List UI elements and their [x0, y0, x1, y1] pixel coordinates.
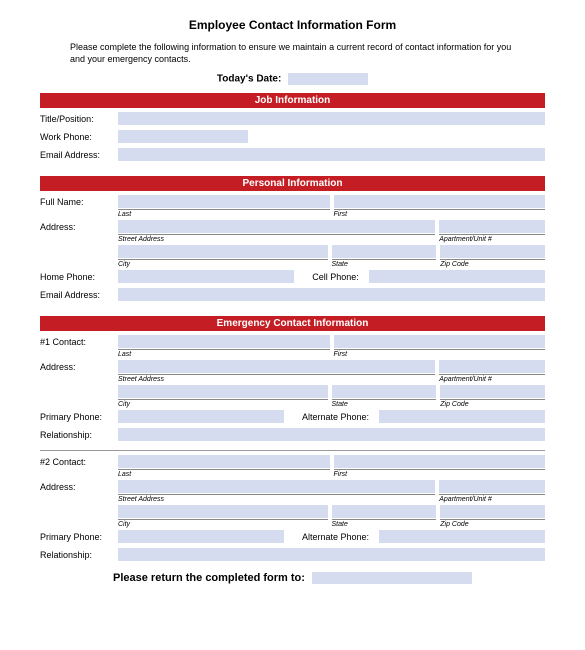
input-home-phone[interactable]: [118, 270, 294, 283]
input-c2-apt[interactable]: [439, 480, 545, 493]
input-c1-street[interactable]: [118, 360, 435, 373]
label-title-position: Title/Position:: [40, 112, 118, 124]
return-label: Please return the completed form to:: [113, 572, 305, 584]
input-personal-city[interactable]: [118, 245, 328, 258]
input-c1-apt[interactable]: [439, 360, 545, 373]
input-last-name[interactable]: [118, 195, 330, 208]
input-c2-last[interactable]: [118, 455, 330, 468]
label-personal-email: Email Address:: [40, 288, 118, 300]
sublabel-zip: Zip Code: [440, 259, 545, 268]
label-personal-address: Address:: [40, 220, 118, 232]
date-row: Today's Date:: [40, 73, 545, 85]
label-cell-phone: Cell Phone:: [298, 270, 365, 283]
label-c2-primary-phone: Primary Phone:: [40, 530, 118, 542]
sublabel-state: State: [332, 259, 437, 268]
input-c2-zip[interactable]: [440, 505, 545, 518]
sublabel-street: Street Address: [118, 234, 435, 243]
input-c1-city[interactable]: [118, 385, 328, 398]
input-c2-primary-phone[interactable]: [118, 530, 284, 543]
input-c2-street[interactable]: [118, 480, 435, 493]
input-personal-state[interactable]: [332, 245, 437, 258]
input-c1-alternate-phone[interactable]: [379, 410, 545, 423]
label-contact2: #2 Contact:: [40, 455, 118, 467]
input-personal-email[interactable]: [118, 288, 545, 301]
input-personal-street[interactable]: [118, 220, 435, 233]
label-c2-alternate-phone: Alternate Phone:: [288, 530, 375, 543]
label-c2-address: Address:: [40, 480, 118, 492]
form-title: Employee Contact Information Form: [40, 18, 545, 32]
sublabel-apt: Apartment/Unit #: [439, 234, 545, 243]
label-home-phone: Home Phone:: [40, 270, 118, 282]
sublabel-last: Last: [118, 209, 330, 218]
input-personal-zip[interactable]: [440, 245, 545, 258]
input-personal-apt[interactable]: [439, 220, 545, 233]
input-c2-city[interactable]: [118, 505, 328, 518]
label-c2-relationship: Relationship:: [40, 548, 118, 560]
return-to-input[interactable]: [312, 572, 472, 584]
section-header-emergency: Emergency Contact Information: [40, 316, 545, 331]
label-c1-relationship: Relationship:: [40, 428, 118, 440]
divider: [40, 450, 545, 451]
sublabel-first: First: [334, 209, 546, 218]
label-full-name: Full Name:: [40, 195, 118, 207]
input-c1-zip[interactable]: [440, 385, 545, 398]
label-c1-address: Address:: [40, 360, 118, 372]
input-c1-first[interactable]: [334, 335, 546, 348]
section-header-job: Job Information: [40, 93, 545, 108]
section-header-personal: Personal Information: [40, 176, 545, 191]
label-work-phone: Work Phone:: [40, 130, 118, 142]
input-c2-state[interactable]: [332, 505, 437, 518]
sublabel-city: City: [118, 259, 328, 268]
input-c1-primary-phone[interactable]: [118, 410, 284, 423]
input-c2-first[interactable]: [334, 455, 546, 468]
label-contact1: #1 Contact:: [40, 335, 118, 347]
input-title-position[interactable]: [118, 112, 545, 125]
input-c2-alternate-phone[interactable]: [379, 530, 545, 543]
todays-date-label: Today's Date:: [217, 74, 281, 85]
label-c1-primary-phone: Primary Phone:: [40, 410, 118, 422]
label-c1-alternate-phone: Alternate Phone:: [288, 410, 375, 423]
input-c1-last[interactable]: [118, 335, 330, 348]
label-job-email: Email Address:: [40, 148, 118, 160]
input-c2-relationship[interactable]: [118, 548, 545, 561]
input-work-phone[interactable]: [118, 130, 248, 143]
input-job-email[interactable]: [118, 148, 545, 161]
input-cell-phone[interactable]: [369, 270, 545, 283]
todays-date-input[interactable]: [288, 73, 368, 85]
input-first-name[interactable]: [334, 195, 546, 208]
return-row: Please return the completed form to:: [40, 572, 545, 584]
instructions: Please complete the following informatio…: [70, 42, 515, 65]
input-c1-state[interactable]: [332, 385, 437, 398]
input-c1-relationship[interactable]: [118, 428, 545, 441]
